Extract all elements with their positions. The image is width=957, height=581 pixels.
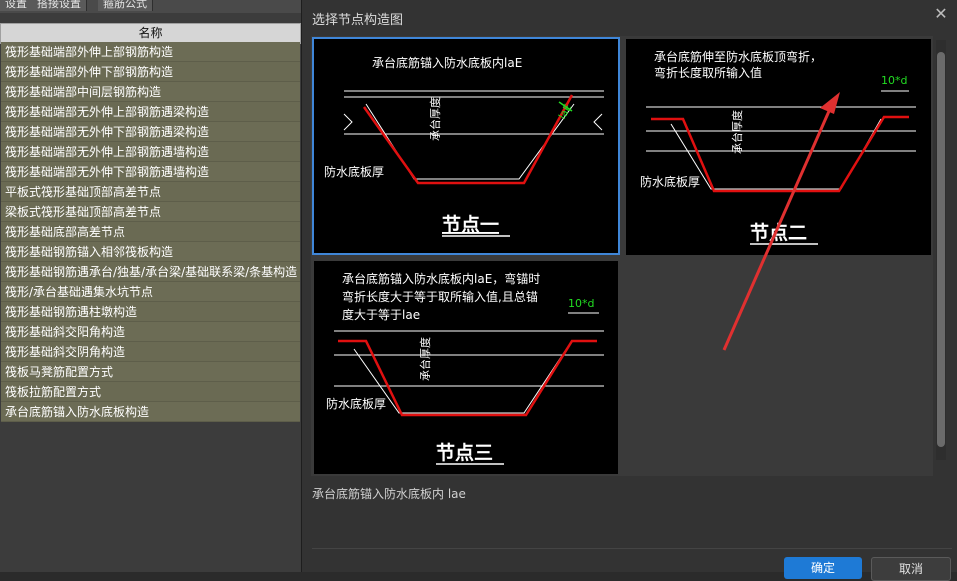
node-title: 节点三 (436, 442, 493, 464)
label-bend: 10*d (881, 74, 907, 87)
node-thumbnail-3[interactable]: 承台底筋锚入防水底板内laE，弯锚时 弯折长度大于等于取所输入值,且总锚 度大于… (314, 261, 618, 474)
list-header[interactable]: 名称 (0, 23, 301, 44)
left-panel: 设置 搭接设置 箍筋公式 名称 筏形基础端部外伸上部钢筋构造 筏形基础端部外伸下… (0, 0, 301, 572)
list-item[interactable]: 筏形基础钢筋锚入相邻筏板构造 (1, 242, 300, 262)
node-desc: 承台底筋锚入防水底板内laE，弯锚时 (342, 271, 540, 286)
node-type-list: 筏形基础端部外伸上部钢筋构造 筏形基础端部外伸下部钢筋构造 筏形基础端部中间层钢… (1, 42, 300, 422)
list-item[interactable]: 筏形/承台基础遇集水坑节点 (1, 282, 300, 302)
label-bend: 10*d (568, 297, 594, 310)
list-item[interactable]: 筏板拉筋配置方式 (1, 382, 300, 402)
tab-lap-settings[interactable]: 搭接设置 (32, 0, 87, 11)
node-desc: 承台底筋锚入防水底板内laE (372, 55, 522, 70)
select-node-dialog: 选择节点构造图 ✕ 承台底筋锚入防水底板内laE laE 承台厚度 防水底板厚 … (301, 0, 957, 581)
list-item[interactable]: 筏形基础端部无外伸上部钢筋遇梁构造 (1, 102, 300, 122)
list-item[interactable]: 筏形基础斜交阳角构造 (1, 322, 300, 342)
list-item[interactable]: 筏形基础端部无外伸下部钢筋遇梁构造 (1, 122, 300, 142)
list-item[interactable]: 筏形基础钢筋遇承台/独基/承台梁/基础联系梁/条基构造 (1, 262, 300, 282)
list-item[interactable]: 筏形基础端部外伸下部钢筋构造 (1, 62, 300, 82)
tab-bar: 设置 搭接设置 箍筋公式 (0, 0, 301, 13)
close-icon[interactable]: ✕ (933, 6, 949, 22)
list-item[interactable]: 筏形基础钢筋遇柱墩构造 (1, 302, 300, 322)
list-item[interactable]: 筏形基础斜交阴角构造 (1, 342, 300, 362)
node-thumbnail-1[interactable]: 承台底筋锚入防水底板内laE laE 承台厚度 防水底板厚 节点一 (312, 37, 620, 255)
label-thickness: 承台厚度 (428, 97, 442, 141)
node-desc: 弯折长度取所输入值 (654, 65, 762, 80)
node-thumbnail-2[interactable]: 承台底筋伸至防水底板顶弯折， 弯折长度取所输入值 10*d 承台厚度 防水底板厚… (626, 39, 931, 255)
list-item[interactable]: 筏形基础底部高差节点 (1, 222, 300, 242)
scrollbar-thumb[interactable] (937, 52, 945, 447)
label-thickness: 承台厚度 (730, 110, 744, 154)
label-plate: 防水底板厚 (640, 174, 700, 189)
label-plate: 防水底板厚 (324, 164, 384, 179)
list-item[interactable]: 筏板马凳筋配置方式 (1, 362, 300, 382)
node-desc: 度大于等于lae (342, 307, 420, 322)
node-title: 节点一 (442, 214, 499, 236)
list-item[interactable]: 平板式筏形基础顶部高差节点 (1, 182, 300, 202)
divider (312, 548, 952, 549)
list-item-selected[interactable]: 承台底筋锚入防水底板构造 (1, 402, 300, 422)
tab-stirrup-formula[interactable]: 箍筋公式 (98, 0, 153, 11)
node-title: 节点二 (750, 222, 807, 244)
dialog-title: 选择节点构造图 (312, 13, 404, 28)
gallery-scrollbar[interactable] (936, 40, 946, 460)
selected-node-caption: 承台底筋锚入防水底板内 lae (312, 487, 466, 501)
list-item[interactable]: 筏形基础端部外伸上部钢筋构造 (1, 42, 300, 62)
list-item[interactable]: 筏形基础端部无外伸下部钢筋遇墙构造 (1, 162, 300, 182)
node-desc: 承台底筋伸至防水底板顶弯折， (654, 49, 822, 64)
list-item[interactable]: 筏形基础端部中间层钢筋构造 (1, 82, 300, 102)
tab-settings[interactable]: 设置 (0, 0, 33, 11)
ok-button[interactable]: 确定 (784, 557, 862, 579)
list-item[interactable]: 梁板式筏形基础顶部高差节点 (1, 202, 300, 222)
node-desc: 弯折长度大于等于取所输入值,且总锚 (342, 289, 538, 304)
list-item[interactable]: 筏形基础端部无外伸上部钢筋遇墙构造 (1, 142, 300, 162)
node-gallery: 承台底筋锚入防水底板内laE laE 承台厚度 防水底板厚 节点一 承台底筋伸至… (311, 36, 933, 476)
cancel-button[interactable]: 取消 (871, 557, 951, 581)
label-plate: 防水底板厚 (326, 396, 386, 411)
label-thickness: 承台厚度 (418, 337, 432, 381)
